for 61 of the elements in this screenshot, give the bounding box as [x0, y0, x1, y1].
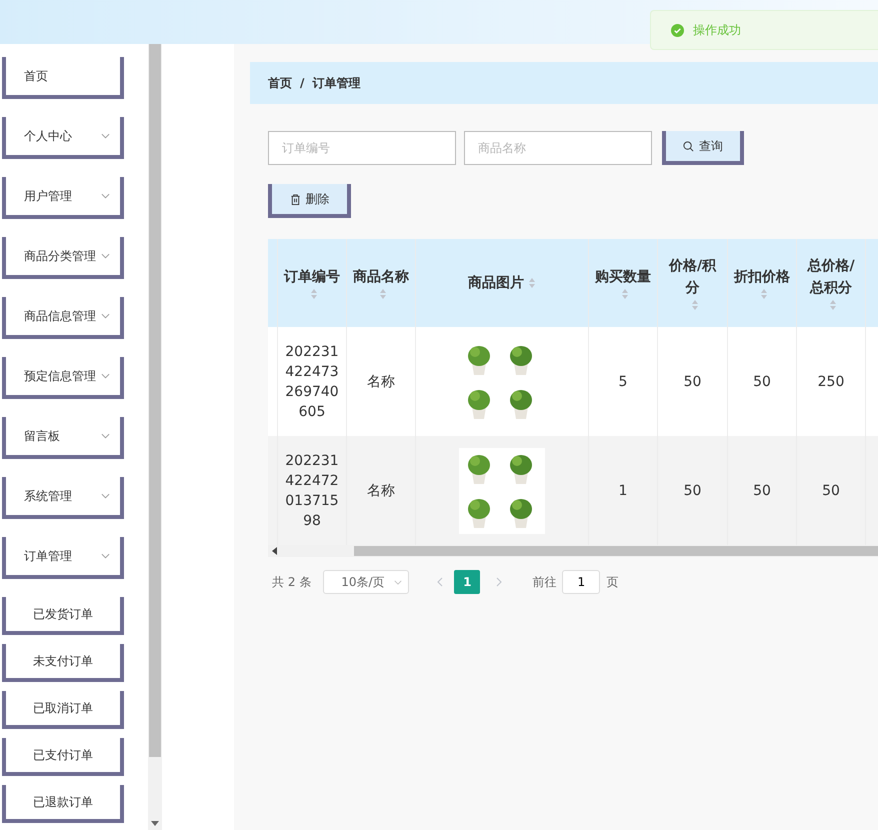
breadcrumb-link[interactable]: 首页: [268, 74, 292, 92]
search-field[interactable]: 商品名称: [464, 131, 652, 165]
prev-page-icon[interactable]: [437, 577, 444, 587]
menu-item[interactable]: 留言板: [2, 417, 124, 459]
search-icon: [683, 140, 694, 152]
sort-icon[interactable]: [310, 288, 318, 300]
breadcrumb-separator: /: [300, 76, 304, 90]
column-header[interactable]: 购买数量: [589, 239, 658, 327]
toast-message: 操作成功: [693, 22, 741, 38]
sort-icon[interactable]: [379, 288, 387, 300]
column-header[interactable]: 价格/积分: [658, 239, 728, 327]
menu-item[interactable]: 商品分类管理: [2, 237, 124, 279]
menu-item[interactable]: 已取消订单: [2, 691, 124, 729]
menu-item[interactable]: 已支付订单: [2, 738, 124, 776]
chevron-icon: [101, 133, 110, 139]
scroll-down-icon[interactable]: [151, 821, 159, 826]
chevron-icon: [101, 433, 110, 439]
sort-icon[interactable]: [690, 299, 698, 311]
column-header[interactable]: 商品名称: [347, 239, 416, 327]
chevron-icon: [101, 493, 110, 499]
chevron-icon: [394, 580, 402, 584]
chevron-icon: [101, 373, 110, 379]
scrollbar[interactable]: [148, 44, 162, 830]
search-button[interactable]: 查询: [662, 131, 744, 165]
sort-icon[interactable]: [760, 288, 768, 300]
menu-item[interactable]: 已发货订单: [2, 597, 124, 635]
scrollbar-thumb[interactable]: [354, 546, 878, 556]
scrollbar-thumb[interactable]: [149, 44, 161, 757]
scroll-left-icon[interactable]: [272, 547, 277, 555]
trash-icon: [290, 194, 300, 204]
next-page-icon[interactable]: [496, 577, 502, 587]
goto-label: 前往: [532, 574, 556, 590]
menu-item[interactable]: 商品信息管理: [2, 297, 124, 339]
sort-icon[interactable]: [528, 277, 536, 289]
breadcrumb-link[interactable]: 订单管理: [312, 74, 360, 92]
chevron-icon: [101, 553, 110, 559]
menu-item[interactable]: 未支付订单: [2, 644, 124, 682]
chevron-icon: [101, 313, 110, 319]
menu-item[interactable]: 首页: [2, 57, 124, 99]
scrollbar[interactable]: [268, 545, 878, 557]
total-count: 共 2 条: [272, 574, 312, 590]
page-size-select[interactable]: 10条/页: [323, 570, 410, 594]
column-header[interactable]: 订单编号: [278, 239, 347, 327]
column-header[interactable]: 商品图片: [416, 239, 589, 327]
chevron-icon: [101, 253, 110, 259]
column-header[interactable]: 折扣价格: [728, 239, 797, 327]
page-input[interactable]: 1: [562, 570, 600, 594]
menu-item[interactable]: 订单管理: [2, 537, 124, 579]
delete-button[interactable]: 删除: [268, 184, 351, 218]
menu-item[interactable]: 个人中心: [2, 117, 124, 159]
check-circle-icon: [671, 24, 684, 36]
menu-item[interactable]: 用户管理: [2, 177, 124, 219]
column-header[interactable]: 总价格/总积分: [797, 239, 866, 327]
search-field[interactable]: 订单编号: [268, 131, 456, 165]
sort-icon[interactable]: [621, 288, 629, 300]
menu-item[interactable]: 已退款订单: [2, 785, 124, 823]
sort-icon[interactable]: [829, 299, 837, 311]
menu-item[interactable]: 预定信息管理: [2, 357, 124, 399]
menu-item[interactable]: 系统管理: [2, 477, 124, 519]
chevron-icon: [101, 193, 110, 199]
page-suffix: 页: [606, 574, 618, 590]
